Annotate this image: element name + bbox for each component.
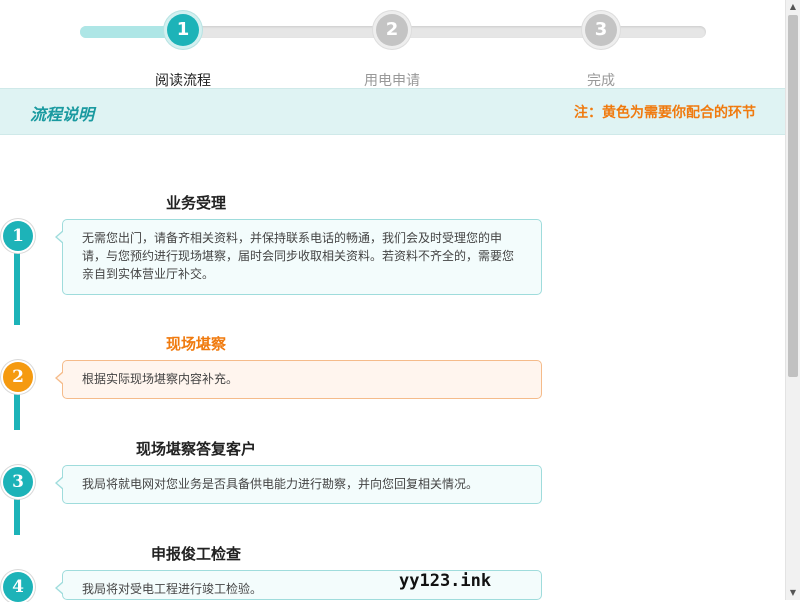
step-number-badge: 2 [3, 362, 33, 392]
timeline-item-title: 申报俊工检查 [150, 545, 241, 563]
timeline-item-title: 业务受理 [165, 194, 226, 212]
timeline-connector [14, 494, 20, 535]
timeline-item-description: 根据实际现场堪察内容补充。 [55, 360, 542, 399]
watermark-text: yy123.ink [399, 571, 492, 591]
process-header-band: 流程说明 注：黄色为需要你配合的环节 [0, 88, 786, 135]
progress-stepper: 1 2 3 阅读流程 用电申请 完成 [0, 0, 786, 89]
timeline-item-title: 现场堪察答复客户 [135, 440, 256, 458]
step-1-circle: 1 [167, 14, 199, 46]
step-3-circle: 3 [585, 14, 617, 46]
step-3-label: 完成 [587, 73, 615, 89]
scroll-down-arrow-icon[interactable]: ▼ [786, 586, 800, 600]
scrollbar-thumb[interactable] [788, 15, 798, 377]
process-title: 流程说明 [30, 105, 95, 124]
highlight-note: 注：黄色为需要你配合的环节 [574, 105, 756, 121]
timeline-connector [14, 248, 20, 325]
step-1-label: 阅读流程 [155, 73, 211, 89]
step-number-badge: 1 [3, 221, 33, 251]
timeline-connector [14, 389, 20, 430]
timeline-item-description: 我局将就电网对您业务是否具备供电能力进行勘察，并向您回复相关情况。 [55, 465, 542, 504]
step-number-badge: 4 [3, 572, 33, 602]
scroll-up-arrow-icon[interactable]: ▲ [786, 0, 800, 14]
vertical-scrollbar[interactable]: ▲ ▼ [785, 0, 800, 600]
step-2-label: 用电申请 [364, 73, 420, 89]
timeline-item-description: 无需您出门，请备齐相关资料，并保持联系电话的畅通，我们会及时受理您的申请，与您预… [55, 219, 542, 295]
step-2-circle: 2 [376, 14, 408, 46]
step-number-badge: 3 [3, 467, 33, 497]
timeline-item-title: 现场堪察 [165, 335, 226, 353]
